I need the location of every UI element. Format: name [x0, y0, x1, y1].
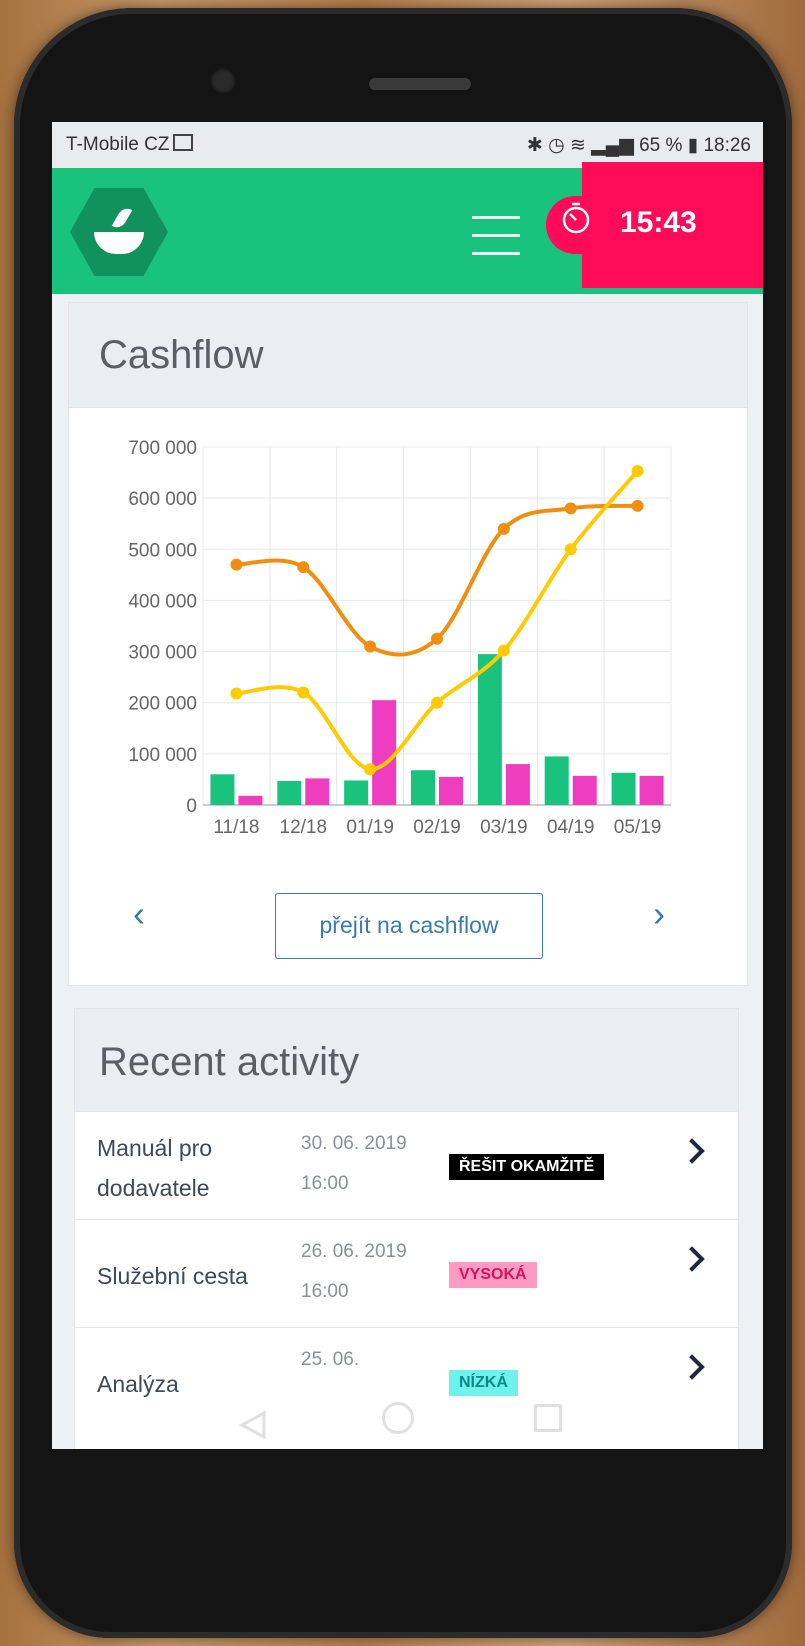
cashflow-chart: 0 100 000 200 000 300 000 400 000 500 000 600 … — [128, 438, 672, 838]
bar — [439, 776, 463, 805]
chevron-right-icon[interactable] — [679, 1138, 705, 1164]
bar — [544, 756, 569, 805]
signal-icon: ▂▄▆ — [591, 135, 634, 156]
activity-date: 26. 06. 2019 16:00 — [301, 1241, 407, 1302]
x-tick-label: 01/19 — [346, 817, 394, 838]
recent-activity-card: Recent activity Manuál pro dodavatele 30… — [74, 1008, 739, 1449]
bar — [639, 775, 664, 805]
line-point — [497, 644, 510, 657]
bar — [210, 774, 235, 805]
y-tick-label: 400 000 — [128, 591, 197, 612]
phone-screen: T-Mobile CZ ✱ ◷ ≋ ▂▄▆ 65 % ▮ 18:26 15:43… — [52, 122, 763, 1449]
go-to-cashflow-button[interactable]: přejít na cashflow — [275, 893, 543, 959]
prev-arrow[interactable]: ‹ — [133, 893, 145, 935]
line-point — [230, 687, 243, 700]
next-arrow[interactable]: › — [653, 893, 665, 935]
earpiece-speaker — [369, 78, 471, 90]
series-line — [236, 469, 640, 772]
status-right: ✱ ◷ ≋ ▂▄▆ 65 % ▮ 18:26 — [527, 134, 751, 157]
x-tick-label: 05/19 — [614, 817, 662, 838]
activity-row[interactable]: Manuál pro dodavatele 30. 06. 2019 16:00… — [75, 1111, 738, 1220]
carrier-label: T-Mobile CZ — [66, 134, 194, 156]
y-tick-label: 500 000 — [128, 540, 197, 561]
chevron-right-icon[interactable] — [679, 1246, 705, 1272]
line-point — [297, 561, 310, 574]
front-camera — [210, 68, 236, 94]
bar — [411, 770, 435, 805]
battery-percent: 65 % — [639, 135, 683, 156]
bluetooth-icon: ✱ — [526, 135, 543, 156]
leaf-icon — [111, 205, 133, 231]
bar — [277, 780, 302, 805]
priority-badge: NÍZKÁ — [449, 1370, 518, 1396]
bar — [572, 775, 597, 805]
activity-title: Služební cesta — [97, 1263, 248, 1289]
x-tick-label: 04/19 — [547, 817, 595, 838]
x-tick-label: 11/18 — [213, 817, 259, 838]
y-tick-label: 300 000 — [128, 643, 197, 664]
bar — [611, 772, 636, 805]
alarm-icon: ◷ — [548, 135, 565, 156]
y-tick-label: 200 000 — [128, 694, 197, 715]
cashflow-title: Cashflow — [69, 303, 747, 408]
bar — [477, 654, 502, 805]
line-point — [631, 499, 644, 512]
clock: 18:26 — [703, 135, 751, 156]
menu-icon[interactable] — [472, 216, 520, 260]
line-point — [497, 522, 510, 535]
home-nav-icon[interactable] — [382, 1402, 414, 1434]
carrier-name: T-Mobile CZ — [66, 134, 170, 155]
bar — [505, 764, 530, 805]
activity-title: Manuál pro dodavatele — [97, 1135, 213, 1201]
bowl-icon — [94, 232, 144, 254]
x-tick-label: 02/19 — [413, 817, 461, 838]
back-nav-icon[interactable] — [238, 1410, 268, 1440]
app-logo[interactable] — [70, 188, 168, 276]
stopwatch-icon — [562, 202, 590, 234]
mail-icon — [173, 134, 194, 151]
recents-nav-icon[interactable] — [534, 1404, 562, 1432]
bar — [238, 795, 263, 805]
x-tick-label: 12/18 — [280, 817, 328, 838]
priority-badge: VYSOKÁ — [449, 1262, 537, 1288]
line-point — [564, 543, 577, 556]
activity-row[interactable]: Služební cesta 26. 06. 2019 16:00 VYSOKÁ — [75, 1219, 738, 1328]
line-point — [564, 502, 577, 515]
y-tick-label: 100 000 — [128, 745, 197, 766]
bar — [372, 700, 397, 805]
activity-title: Analýza — [97, 1371, 179, 1397]
activity-date: 30. 06. 2019 16:00 — [301, 1133, 407, 1194]
x-tick-label: 03/19 — [480, 817, 528, 838]
line-point — [431, 632, 443, 645]
line-point — [297, 686, 310, 699]
recent-activity-title: Recent activity — [75, 1009, 738, 1112]
y-tick-label: 600 000 — [128, 489, 197, 510]
bar — [305, 778, 330, 805]
cashflow-card: Cashflow 0 100 000 200 000 300 000 400 000 50… — [68, 302, 748, 986]
y-tick-label: 700 000 — [128, 438, 197, 459]
chevron-right-icon[interactable] — [679, 1354, 705, 1380]
line-point — [631, 465, 644, 478]
line-point — [364, 763, 377, 776]
timer-value: 15:43 — [620, 206, 697, 239]
battery-icon: ▮ — [687, 135, 699, 156]
activity-date: 25. 06. — [301, 1349, 360, 1370]
series-line — [236, 503, 638, 657]
line-point — [230, 558, 243, 571]
wifi-icon: ≋ — [569, 135, 586, 156]
y-tick-label: 0 — [186, 796, 197, 817]
priority-badge: ŘEŠIT OKAMŽITĚ — [449, 1154, 605, 1180]
line-point — [431, 696, 443, 709]
line-point — [364, 640, 377, 653]
bar — [344, 780, 369, 805]
